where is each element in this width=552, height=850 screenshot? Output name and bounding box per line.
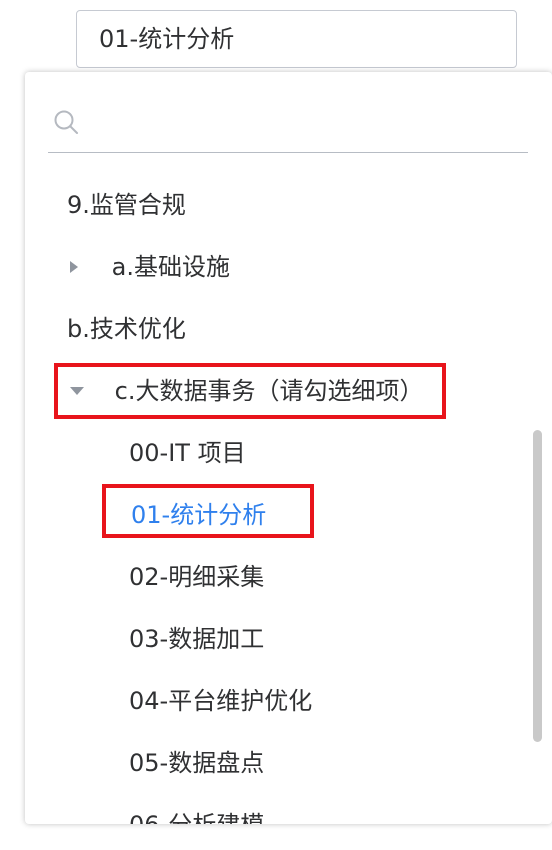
caret-right-icon[interactable] [70, 261, 78, 273]
search-input[interactable] [92, 102, 516, 144]
tree-item-data-processing[interactable]: 03-数据加工 [129, 621, 264, 656]
tree-item-label: a.基础设施 [111, 253, 230, 281]
scrollbar-thumb[interactable] [533, 430, 542, 742]
tree-item-label: b.技术优化 [67, 315, 186, 343]
tree-item-detail-collection[interactable]: 02-明细采集 [129, 559, 264, 594]
tree-item-label: 03-数据加工 [129, 625, 265, 653]
tree-item-label: 05-数据盘点 [129, 749, 265, 777]
highlight-box-selected-item [102, 484, 314, 538]
tree-item-label: 9.监管合规 [67, 191, 186, 219]
tree-dropdown-panel: 9.监管合规 a.基础设施 b.技术优化 c.大数据事务（请勾选细项） 00-I… [25, 72, 552, 824]
tree-item-label: 00-IT 项目 [129, 439, 246, 467]
tree-item-label: 06-分析建模 [129, 811, 264, 824]
select-value: 01-统计分析 [99, 25, 235, 53]
tree-item-label: 04-平台维护优化 [129, 687, 313, 715]
tree-item-infrastructure[interactable]: a.基础设施 [70, 249, 230, 284]
highlight-box-big-data [54, 363, 446, 419]
tree-item-data-inventory[interactable]: 05-数据盘点 [129, 745, 264, 780]
tree-item-tech-optimization[interactable]: b.技术优化 [67, 311, 186, 346]
search-bar [48, 92, 528, 153]
search-icon [54, 110, 78, 134]
tree-item-label: 02-明细采集 [129, 563, 265, 591]
tree-item-platform-maintenance[interactable]: 04-平台维护优化 [129, 683, 312, 718]
tree-item-it-project[interactable]: 00-IT 项目 [129, 435, 246, 470]
tree-item-compliance[interactable]: 9.监管合规 [67, 187, 186, 222]
tree-item-analysis-modeling[interactable]: 06-分析建模 [129, 807, 264, 824]
category-select[interactable]: 01-统计分析 [76, 10, 517, 68]
